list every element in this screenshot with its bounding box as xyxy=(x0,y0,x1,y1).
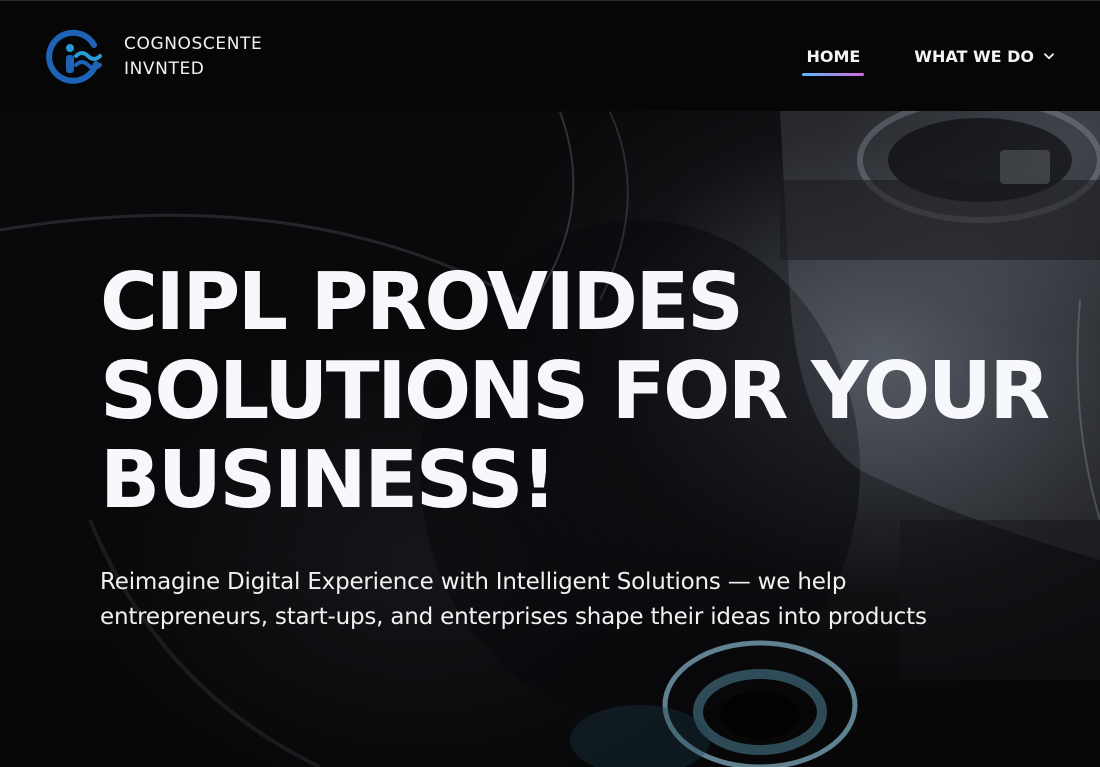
nav-item-what-we-do[interactable]: WHAT WE DO xyxy=(910,39,1058,74)
site-header: COGNOSCENTE INVNTED HOME WHAT WE DO xyxy=(0,0,1100,111)
hero-section: CIPL PROVIDES SOLUTIONS FOR YOUR BUSINES… xyxy=(100,258,1080,635)
brand-name-line1: COGNOSCENTE xyxy=(124,33,263,54)
hero-heading-line: SOLUTIONS FOR YOUR xyxy=(100,345,1050,437)
brand-logo-link[interactable]: COGNOSCENTE INVNTED xyxy=(46,28,262,84)
nav-item-home[interactable]: HOME xyxy=(802,39,865,76)
hero-heading-line: CIPL PROVIDES xyxy=(100,256,744,348)
chevron-down-icon xyxy=(1044,52,1054,59)
active-nav-underline xyxy=(802,72,865,76)
main-navigation: HOME WHAT WE DO xyxy=(802,39,1058,76)
hero-heading-line: BUSINESS! xyxy=(100,434,557,526)
hero-subheading: Reimagine Digital Experience with Intell… xyxy=(100,569,927,630)
brand-name-line2: INVNTED xyxy=(124,58,205,79)
hero-heading: CIPL PROVIDES SOLUTIONS FOR YOUR BUSINES… xyxy=(100,258,1080,525)
nav-item-label: WHAT WE DO xyxy=(914,46,1034,66)
brand-name: COGNOSCENTE INVNTED xyxy=(124,33,262,80)
nav-item-label: HOME xyxy=(806,46,861,66)
brand-logo-icon xyxy=(46,29,102,84)
